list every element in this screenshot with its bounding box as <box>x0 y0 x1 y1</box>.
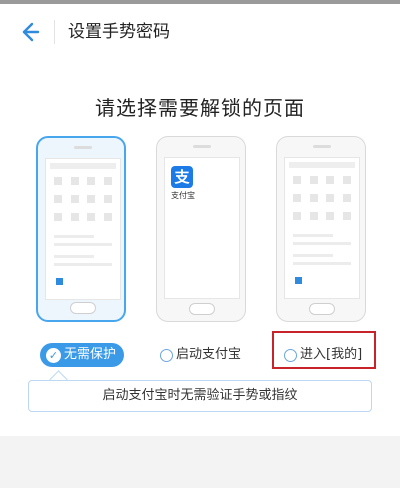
phone-preview-enter-mine[interactable] <box>276 136 366 322</box>
placeholder-line <box>54 235 94 238</box>
option-label: 启动支付宝 <box>176 347 242 362</box>
tab-indicator <box>295 277 302 284</box>
phone-speaker <box>74 146 92 149</box>
phone-speaker <box>313 145 331 148</box>
placeholder-line <box>293 262 351 265</box>
icon-grid-row <box>54 213 112 221</box>
icon-grid-row <box>54 195 112 203</box>
option-launch-alipay[interactable]: 启动支付宝 <box>160 344 241 366</box>
placeholder-line <box>54 243 112 246</box>
phone-screen: 支 支付宝 <box>164 157 240 299</box>
back-arrow-icon[interactable] <box>14 18 42 46</box>
placeholder-line <box>54 263 112 266</box>
screen-top-bar <box>50 163 116 169</box>
placeholder-line <box>293 254 333 257</box>
icon-grid-row <box>54 177 112 185</box>
page-title: 设置手势密码 <box>68 22 170 42</box>
header: 设置手势密码 <box>0 4 400 60</box>
header-divider <box>54 20 55 44</box>
phone-screen <box>45 158 121 300</box>
home-button <box>189 303 215 315</box>
tab-indicator <box>56 278 63 285</box>
alipay-name: 支付宝 <box>171 191 195 200</box>
placeholder-line <box>293 234 333 237</box>
icon-grid-row <box>293 212 351 220</box>
phone-speaker <box>193 145 211 148</box>
phone-preview-launch-alipay[interactable]: 支 支付宝 <box>156 136 246 322</box>
phone-preview-no-protection[interactable] <box>36 136 126 322</box>
option-label: 无需保护 <box>64 347 117 362</box>
radio-icon <box>160 348 173 362</box>
icon-grid-row <box>293 176 351 184</box>
highlight-box <box>272 331 376 369</box>
screen-top-bar <box>289 162 355 168</box>
placeholder-line <box>293 242 351 245</box>
bottom-area <box>0 436 400 488</box>
icon-grid-row <box>293 194 351 202</box>
home-button <box>309 303 335 315</box>
option-no-protection[interactable]: ✓ 无需保护 <box>40 343 125 367</box>
phone-screen <box>284 157 360 299</box>
tip-message: 启动支付宝时无需验证手势或指纹 <box>28 380 372 412</box>
check-icon: ✓ <box>46 347 61 363</box>
alipay-logo-icon: 支 <box>171 166 193 188</box>
section-headline: 请选择需要解锁的页面 <box>95 96 305 120</box>
placeholder-line <box>54 255 94 258</box>
home-button <box>70 302 96 314</box>
